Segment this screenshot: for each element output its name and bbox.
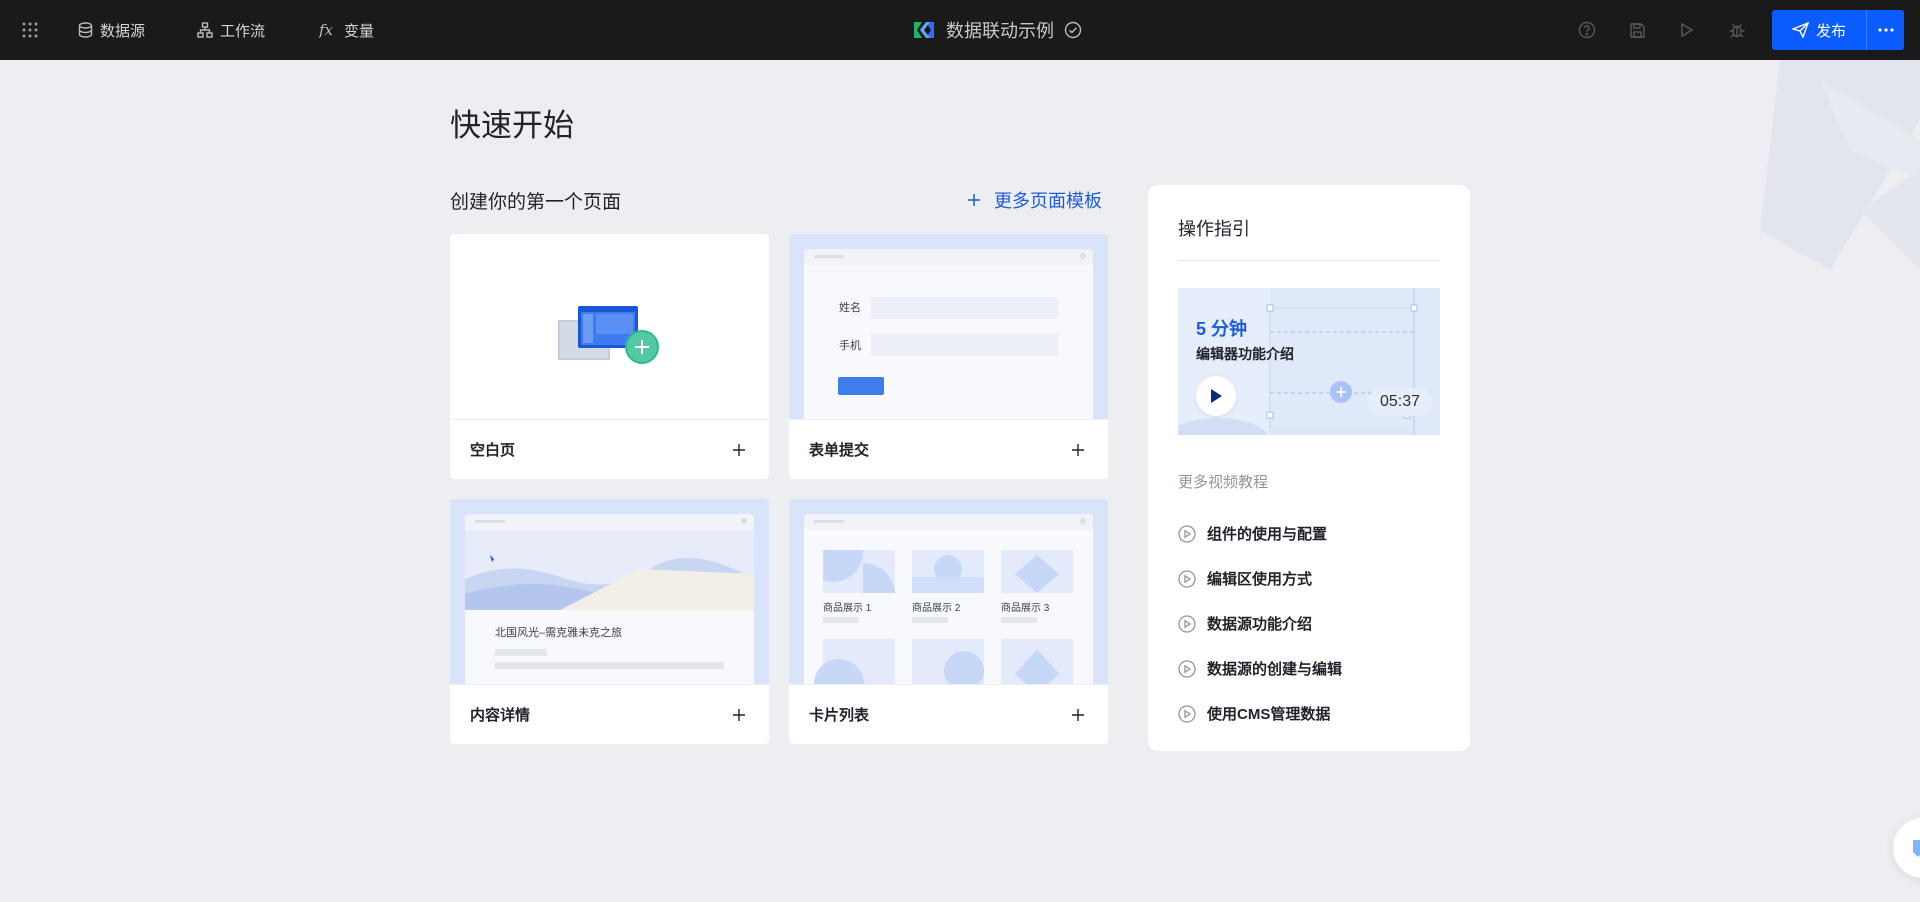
video-subtitle: 编辑器功能介绍 <box>1196 346 1294 362</box>
card-label: 空白页 <box>470 442 516 459</box>
card-label: 卡片列表 <box>809 707 870 724</box>
preview-caption: 北国风光–需克雅未克之旅 <box>495 627 623 639</box>
video-item-label: 使用CMS管理数据 <box>1207 706 1331 723</box>
template-card-card-list[interactable]: 商品展示 1 商品展示 2 商品展示 3 卡片列表 <box>789 499 1108 744</box>
more-templates-label: 更多页面模板 <box>994 191 1102 211</box>
preview-item-2: 商品展示 2 <box>912 603 961 614</box>
card-footer: 内容详情 <box>450 684 769 744</box>
publish-label: 发布 <box>1815 22 1846 40</box>
preview-item-1: 商品展示 1 <box>823 603 872 614</box>
video-item[interactable]: 数据源功能介绍 <box>1178 601 1342 646</box>
nav-workflow-label: 工作流 <box>220 22 266 40</box>
debug-button[interactable] <box>1712 10 1762 50</box>
app-title-group: 数据联动示例 <box>912 0 1082 60</box>
intro-video[interactable]: 5 分钟 编辑器功能介绍 05:37 <box>1178 288 1440 435</box>
card-thumbnail <box>450 234 769 419</box>
card-footer: 表单提交 <box>789 419 1108 479</box>
play-circle-icon <box>1178 524 1196 543</box>
video-item[interactable]: 组件的使用与配置 <box>1178 511 1342 556</box>
top-bar: 数据源 工作流 fx 变量 数据联动示例 发布 <box>0 0 1920 60</box>
video-item[interactable]: 编辑区使用方式 <box>1178 556 1342 601</box>
play-circle-icon <box>1178 569 1196 588</box>
workflow-icon <box>197 22 213 38</box>
play-circle-icon <box>1178 704 1196 723</box>
play-icon <box>1681 22 1694 38</box>
nav-datasource[interactable]: 数据源 <box>62 0 161 60</box>
publish-group: 发布 <box>1772 10 1904 50</box>
bug-icon <box>1729 24 1745 38</box>
background-decoration <box>1660 60 1920 290</box>
add-icon[interactable] <box>1068 705 1088 725</box>
card-footer: 空白页 <box>450 419 769 479</box>
video-item-label: 编辑区使用方式 <box>1207 571 1313 588</box>
send-icon <box>1791 22 1809 38</box>
card-thumbnail: 北国风光–需克雅未克之旅 <box>450 499 769 684</box>
video-item-label: 组件的使用与配置 <box>1207 526 1328 543</box>
app-logo-icon <box>914 22 934 38</box>
add-icon[interactable] <box>729 440 749 460</box>
template-card-content-detail[interactable]: 北国风光–需克雅未克之旅 内容详情 <box>450 499 769 744</box>
save-button[interactable] <box>1612 10 1662 50</box>
plus-icon <box>968 194 980 206</box>
help-button[interactable] <box>1562 10 1612 50</box>
assistant-float-button[interactable] <box>1893 818 1920 878</box>
video-duration: 05:37 <box>1368 388 1432 416</box>
template-card-form[interactable]: 姓名 手机 表单提交 <box>789 234 1108 479</box>
card-thumbnail: 商品展示 1 商品展示 2 商品展示 3 <box>789 499 1108 684</box>
guide-panel: 操作指引 5 分钟 编辑器功能介绍 05:37 更多视频教程 组件的使用与配置 <box>1148 185 1470 751</box>
more-horizontal-icon <box>1877 28 1894 32</box>
add-icon[interactable] <box>1068 440 1088 460</box>
add-icon[interactable] <box>729 705 749 725</box>
preview-field-phone: 手机 <box>839 340 861 352</box>
divider <box>1178 260 1440 261</box>
template-card-blank[interactable]: 空白页 <box>450 234 769 479</box>
assistant-icon <box>1913 840 1920 857</box>
more-videos-label: 更多视频教程 <box>1178 474 1269 491</box>
check-circle-icon <box>1064 21 1082 39</box>
video-item[interactable]: 数据源的创建与编辑 <box>1178 646 1342 691</box>
preview-item-3: 商品展示 3 <box>1001 603 1050 614</box>
svg-text:fx: fx <box>319 22 334 38</box>
card-label: 表单提交 <box>809 442 870 459</box>
app-title: 数据联动示例 <box>946 21 1054 41</box>
page-title: 快速开始 <box>450 108 574 143</box>
preview-field-name: 姓名 <box>839 302 861 314</box>
card-thumbnail: 姓名 手机 <box>789 234 1108 419</box>
guide-title: 操作指引 <box>1178 219 1250 239</box>
apps-grid-icon[interactable] <box>0 0 60 60</box>
preview-button[interactable] <box>1662 10 1712 50</box>
publish-button[interactable]: 发布 <box>1772 10 1866 50</box>
video-item-label: 数据源的创建与编辑 <box>1207 661 1343 678</box>
help-icon <box>1578 21 1596 39</box>
save-icon <box>1629 22 1645 38</box>
toolbar-right: 发布 <box>1562 10 1904 50</box>
play-button[interactable] <box>1196 376 1236 416</box>
video-minutes: 5 分钟 <box>1196 319 1248 339</box>
nav-variables[interactable]: fx 变量 <box>303 0 390 60</box>
nav-variables-label: 变量 <box>344 22 375 40</box>
card-footer: 卡片列表 <box>789 684 1108 744</box>
play-icon <box>1211 389 1222 403</box>
nav-workflow[interactable]: 工作流 <box>181 0 281 60</box>
video-item[interactable]: 使用CMS管理数据 <box>1178 691 1342 736</box>
more-templates-link[interactable]: 更多页面模板 <box>968 187 1102 213</box>
video-list: 组件的使用与配置 编辑区使用方式 数据源功能介绍 数据源的创建与编辑 使用CMS… <box>1178 511 1342 736</box>
play-circle-icon <box>1178 659 1196 678</box>
database-icon <box>78 22 93 38</box>
fx-icon: fx <box>319 22 334 38</box>
video-item-label: 数据源功能介绍 <box>1207 616 1313 633</box>
publish-more-button[interactable] <box>1866 10 1904 50</box>
nav-datasource-label: 数据源 <box>100 22 146 40</box>
play-circle-icon <box>1178 614 1196 633</box>
section-title: 创建你的第一个页面 <box>450 192 622 213</box>
card-label: 内容详情 <box>470 707 531 724</box>
